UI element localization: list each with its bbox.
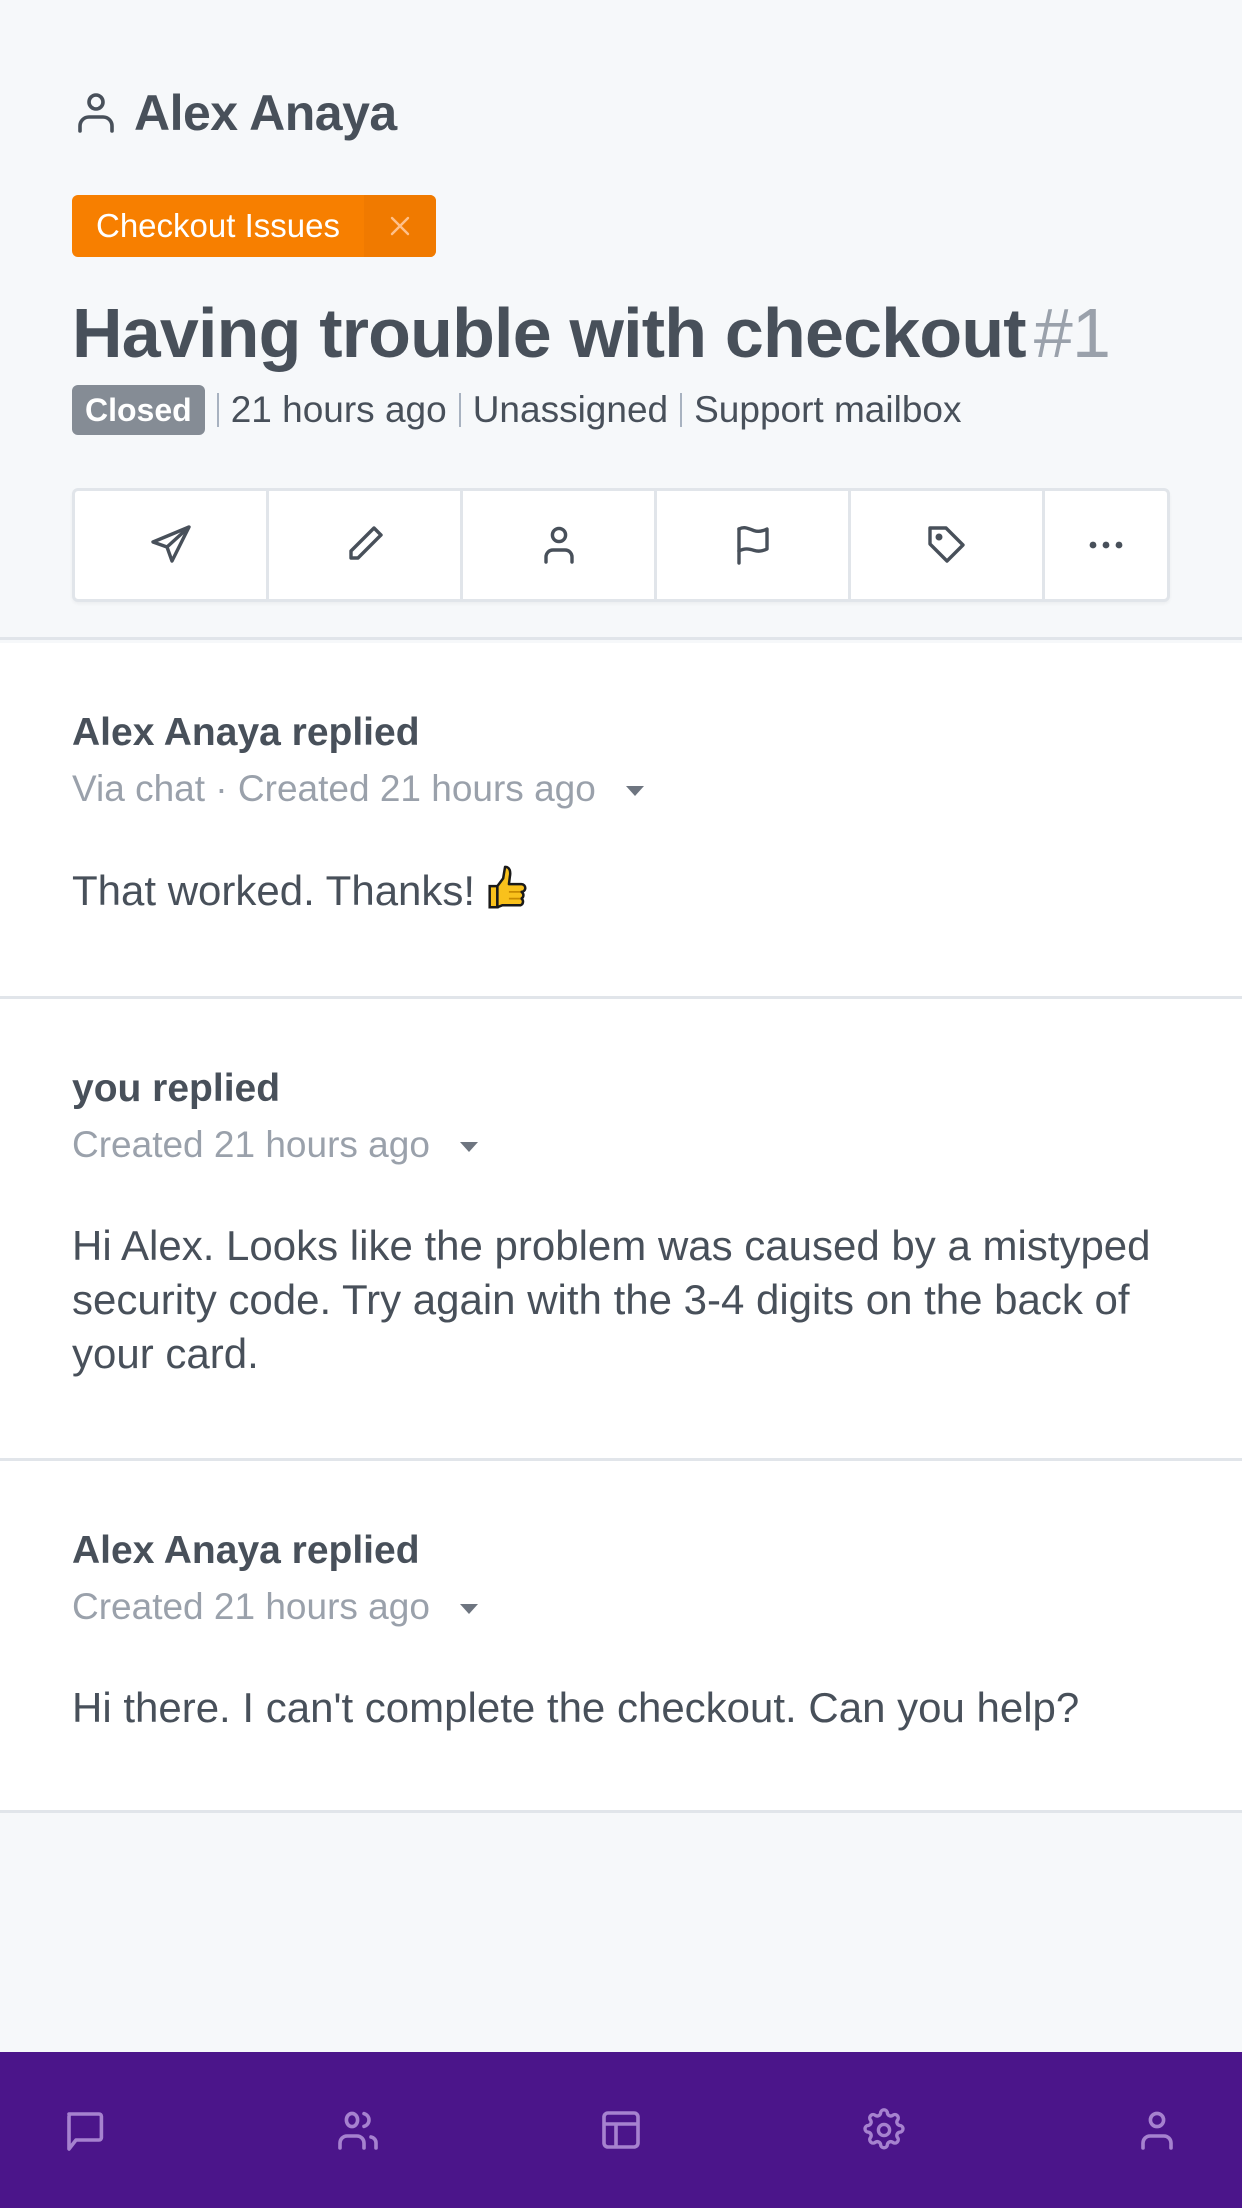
gear-icon [863,2108,905,2150]
more-horizontal-icon [1089,541,1123,549]
tag-label: Checkout Issues [96,207,340,244]
conversation-thread: Alex Anaya replied Via chat · Created 21… [0,643,1242,1813]
thread-body-text: That worked. Thanks! [72,867,476,914]
conversation-time: 21 hours ago [230,389,447,430]
thread-body: That worked. Thanks! [72,863,1170,918]
divider [680,393,683,427]
nav-customers[interactable] [313,2085,403,2175]
user-icon [543,526,574,564]
thread-meta: Created 21 hours ago [72,1123,1170,1167]
tag-chip[interactable]: Checkout Issues [72,195,436,257]
user-icon [78,93,114,133]
nav-dashboard[interactable] [576,2085,666,2175]
conversation-title: Having trouble with checkout #1 [72,293,1111,373]
thread-body: Hi there. I can't complete the checkout.… [72,1684,1080,1731]
nav-settings[interactable] [839,2085,929,2175]
divider [216,393,219,427]
flag-icon [736,526,769,565]
divider [458,393,461,427]
thread-item: Alex Anaya replied Via chat · Created 21… [0,643,1242,999]
tag-button[interactable] [851,491,1045,599]
thread-item: you replied Created 21 hours ago Hi Alex… [0,999,1242,1461]
thread-author: Alex Anaya replied [72,711,420,754]
note-button[interactable] [269,491,463,599]
flag-button[interactable] [657,491,851,599]
tag-icon [927,526,965,563]
bottom-nav [0,2052,1242,2208]
users-icon [338,2111,378,2150]
close-icon [390,216,410,236]
thread-item: Alex Anaya replied Created 21 hours ago … [0,1461,1242,1813]
thread-author: you replied [72,1067,281,1110]
caret-down-icon[interactable] [459,1142,478,1152]
more-button[interactable] [1045,491,1167,599]
send-icon [150,525,191,563]
thumbs-up-emoji-icon [488,865,527,909]
status-badge[interactable]: Closed [72,385,205,435]
pencil-icon [348,526,383,560]
thread-body: Hi Alex. Looks like the problem was caus… [72,1222,1151,1377]
assign-button[interactable] [463,491,657,599]
conversation-subject: Having trouble with checkout [72,294,1027,372]
conversation-header: Alex Anaya Checkout Issues Having troubl… [0,0,1242,640]
customer-name: Alex Anaya [134,85,397,141]
thread-meta-text: Via chat · Created 21 hours ago [72,768,596,809]
conversation-toolbar [72,488,1170,602]
user-icon [1141,2111,1173,2150]
thread-meta-text: Created 21 hours ago [72,1124,430,1165]
remove-tag-button[interactable] [363,195,436,257]
customer-link[interactable]: Alex Anaya [72,84,397,142]
chat-icon [67,2112,104,2151]
thread-meta: Created 21 hours ago [72,1585,1170,1629]
ticket-number: #1 [1033,294,1111,372]
caret-down-icon[interactable] [625,786,644,796]
thread-author: Alex Anaya replied [72,1529,420,1572]
nav-conversations[interactable] [40,2085,130,2175]
thread-meta-text: Created 21 hours ago [72,1586,430,1627]
assignee[interactable]: Unassigned [473,389,668,431]
conversation-meta: Closed 21 hours ago Unassigned Support m… [72,385,961,435]
thread-meta: Via chat · Created 21 hours ago [72,767,1170,811]
layout-icon [602,2111,640,2149]
reply-button[interactable] [75,491,269,599]
caret-down-icon[interactable] [459,1604,478,1614]
nav-profile[interactable] [1112,2085,1202,2175]
mailbox[interactable]: Support mailbox [694,389,961,431]
